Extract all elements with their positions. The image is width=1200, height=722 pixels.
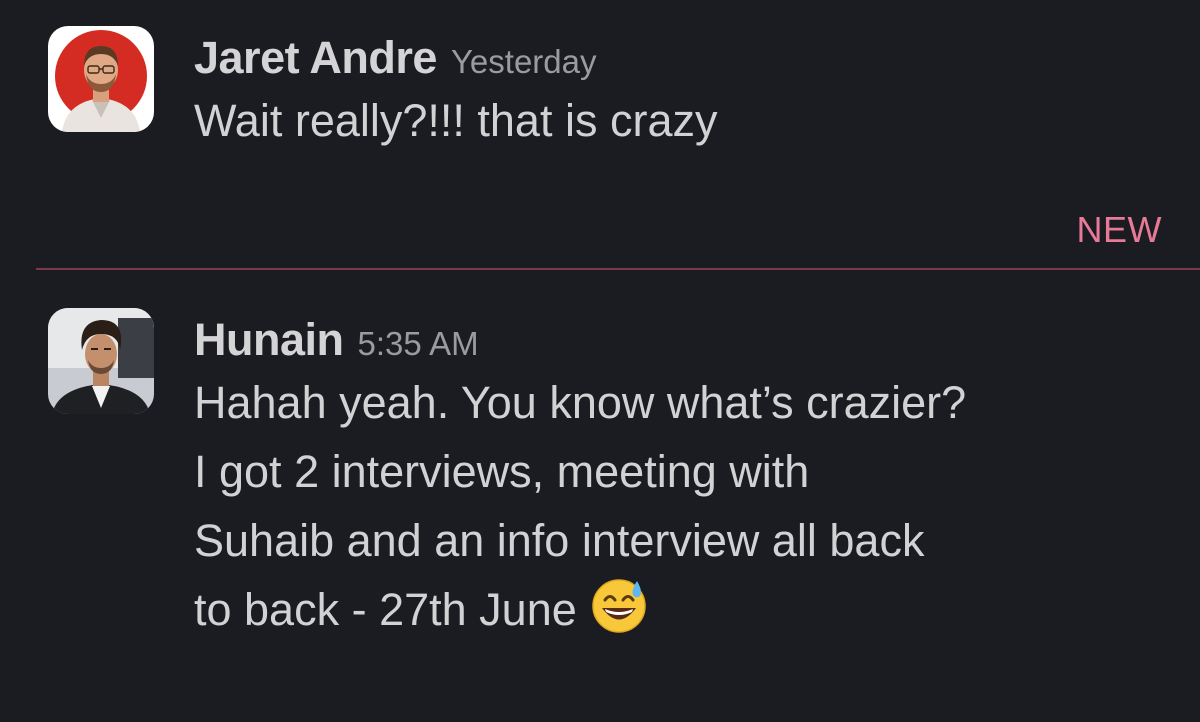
message-line: Hahah yeah. You know what’s crazier? [194,377,967,428]
message-line-text: to back - 27th June [194,584,577,635]
user-avatar-hunain-icon [48,308,154,414]
author-name[interactable]: Jaret Andre [194,32,437,84]
message-text: Hahah yeah. You know what’s crazier? I g… [194,368,1170,644]
message-text: Wait really?!!! that is crazy [194,86,1170,155]
message-header: Jaret Andre Yesterday [194,32,1170,84]
message-timestamp[interactable]: Yesterday [451,43,597,81]
message-line: I got 2 interviews, meeting with [194,446,810,497]
message-timestamp[interactable]: 5:35 AM [358,325,479,363]
grinning-face-with-sweat-icon [589,575,649,635]
message-line: Wait really?!!! that is crazy [194,95,718,146]
message-pane: Jaret Andre Yesterday Wait really?!!! th… [0,0,1200,722]
new-messages-divider [36,268,1200,270]
new-messages-label: NEW [1076,209,1162,250]
avatar[interactable] [48,308,154,414]
author-name[interactable]: Hunain [194,314,344,366]
message-body: Hunain 5:35 AM Hahah yeah. You know what… [194,314,1170,644]
message-header: Hunain 5:35 AM [194,314,1170,366]
avatar[interactable] [48,26,154,132]
message-line-last: to back - 27th June [194,575,1170,644]
user-avatar-jaret-icon [48,26,154,132]
message-body: Jaret Andre Yesterday Wait really?!!! th… [194,32,1170,155]
message-line: Suhaib and an info interview all back [194,515,925,566]
